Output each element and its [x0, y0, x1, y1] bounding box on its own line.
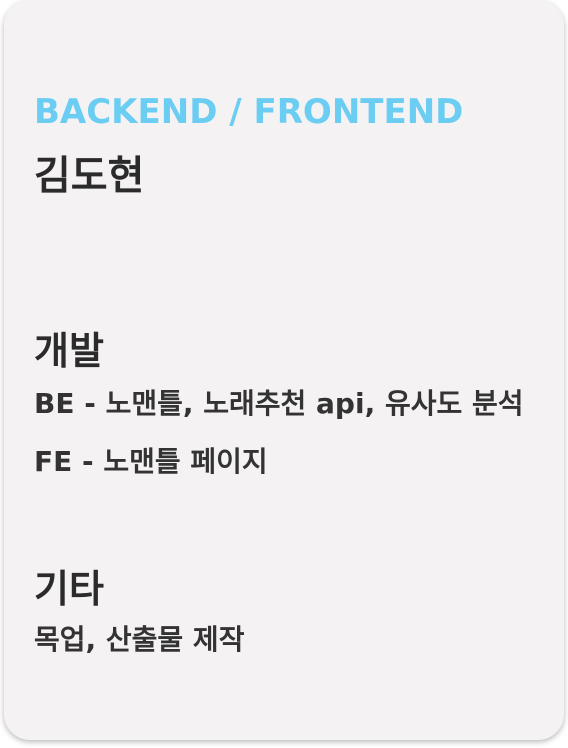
section-title-development: 개발 [34, 329, 104, 373]
profile-card: BACKEND / FRONTEND 김도현 개발 BE - 노맨틀, 노래추천… [4, 0, 564, 740]
etc-item: 목업, 산출물 제작 [34, 623, 245, 656]
role-label: BACKEND / FRONTEND [34, 92, 464, 132]
section-title-etc: 기타 [34, 567, 104, 611]
person-name: 김도현 [34, 153, 145, 199]
development-item: BE - 노맨틀, 노래추천 api, 유사도 분석 [34, 387, 524, 420]
development-item: FE - 노맨틀 페이지 [34, 445, 268, 478]
